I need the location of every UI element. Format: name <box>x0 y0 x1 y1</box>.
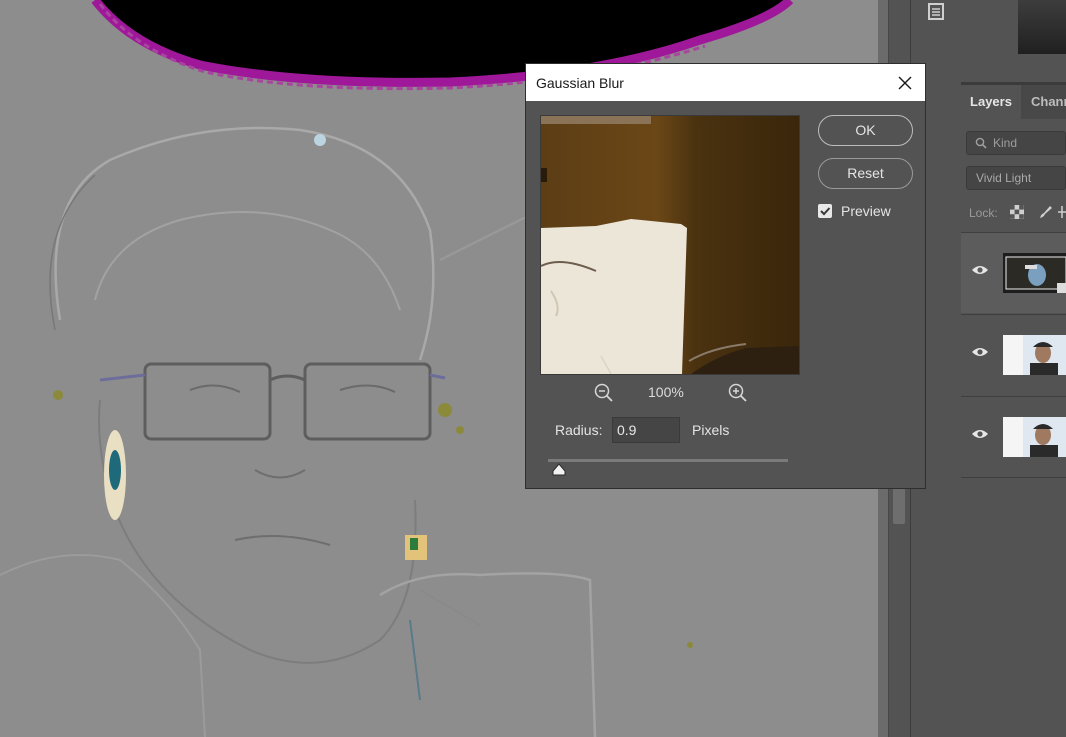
close-button[interactable] <box>890 69 920 97</box>
blend-mode-value: Vivid Light <box>976 171 1032 185</box>
layer-filter-label: Kind <box>993 136 1018 150</box>
lock-position-icon[interactable] <box>1058 204 1066 220</box>
zoom-out-icon[interactable] <box>594 383 614 403</box>
canvas-scrollbar-thumb[interactable] <box>893 488 905 524</box>
layer-thumbnail <box>1003 253 1066 293</box>
layer-row[interactable] <box>961 314 1066 395</box>
dialog-title: Gaussian Blur <box>536 75 624 91</box>
lock-transparent-pixels-icon[interactable] <box>1009 204 1025 220</box>
layer-row[interactable] <box>961 232 1066 313</box>
eye-icon[interactable] <box>971 346 989 358</box>
radius-slider-track[interactable] <box>548 459 788 462</box>
blend-mode-select[interactable]: Vivid Light <box>966 166 1066 190</box>
checkmark-icon <box>820 207 831 216</box>
close-icon <box>898 76 912 90</box>
radius-input[interactable] <box>612 417 680 443</box>
zoom-in-icon[interactable] <box>728 383 748 403</box>
layers-list-end <box>961 477 1066 478</box>
radius-unit-label: Pixels <box>692 422 730 438</box>
lock-image-pixels-icon[interactable] <box>1037 204 1053 220</box>
layer-filter-kind[interactable]: Kind <box>966 131 1066 155</box>
tab-channels[interactable]: Channels <box>1031 85 1066 119</box>
preview-image <box>541 116 799 374</box>
layer-thumbnail <box>1003 417 1066 457</box>
preview-label[interactable]: Preview <box>841 203 891 219</box>
gaussian-blur-dialog: Gaussian Blur 100% OK Reset Preview Radi… <box>525 63 926 489</box>
layer-row[interactable] <box>961 396 1066 477</box>
search-icon <box>975 137 987 149</box>
layer-thumbnail <box>1003 335 1066 375</box>
libraries-icon[interactable] <box>921 0 951 24</box>
ok-button[interactable]: OK <box>818 115 913 146</box>
reset-button[interactable]: Reset <box>818 158 913 189</box>
zoom-level: 100% <box>648 384 684 400</box>
eye-icon[interactable] <box>971 428 989 440</box>
preview-checkbox[interactable] <box>818 204 832 218</box>
eye-icon[interactable] <box>971 264 989 276</box>
color-picker-field[interactable] <box>1018 0 1066 54</box>
lock-label: Lock: <box>969 206 998 220</box>
radius-label: Radius: <box>555 422 603 438</box>
tab-layers[interactable]: Layers <box>961 85 1021 119</box>
dialog-titlebar[interactable]: Gaussian Blur <box>526 64 925 101</box>
blur-preview[interactable] <box>540 115 800 375</box>
radius-slider-handle[interactable] <box>552 463 566 476</box>
